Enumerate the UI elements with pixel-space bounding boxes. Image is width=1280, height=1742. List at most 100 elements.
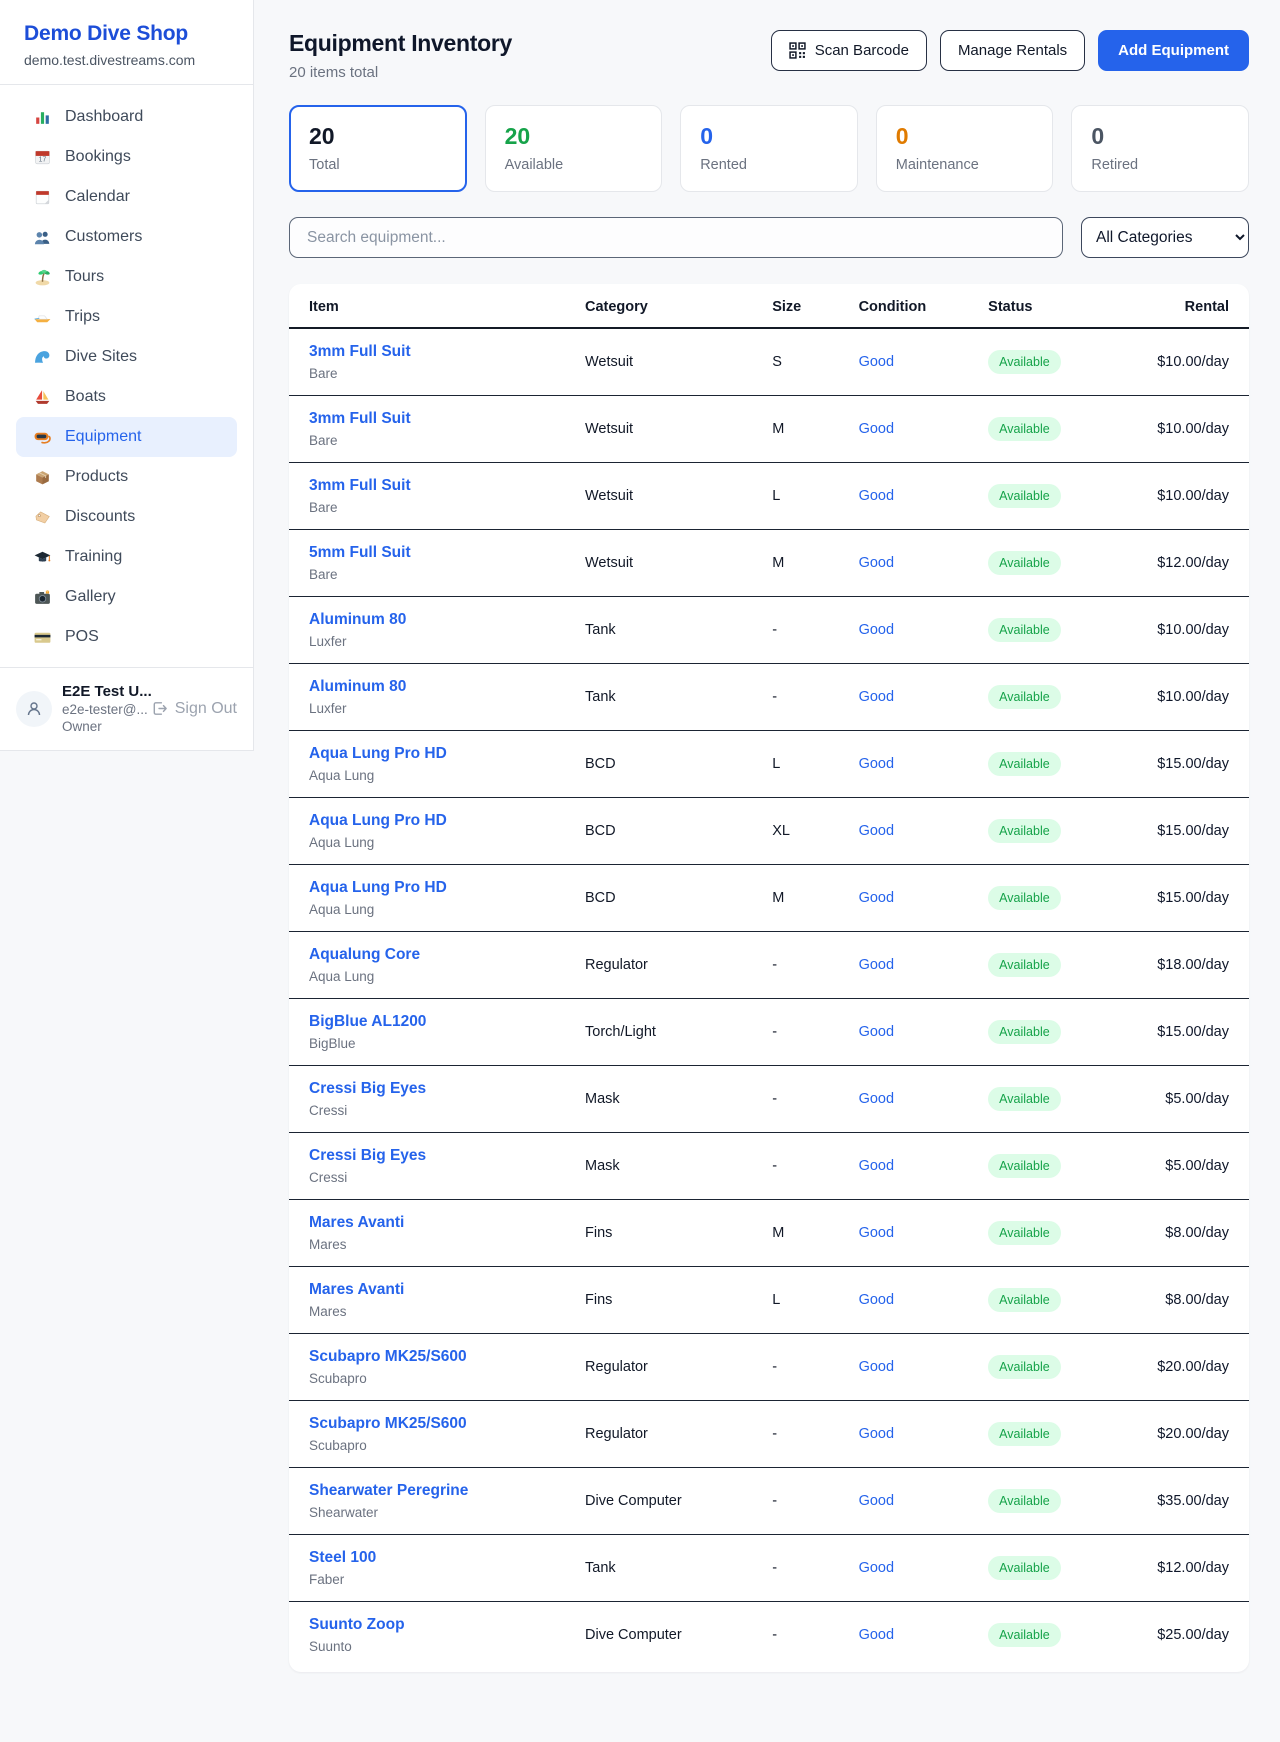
column-header-rental: Rental (1115, 284, 1249, 328)
graduation-cap-icon (32, 547, 52, 567)
item-name-link[interactable]: Steel 100 (309, 1549, 569, 1567)
item-name-link[interactable]: Suunto Zoop (309, 1616, 569, 1634)
status-badge: Available (988, 886, 1061, 910)
item-rental-rate: $12.00/day (1115, 1535, 1249, 1602)
item-condition-link[interactable]: Good (859, 823, 894, 839)
item-condition-link[interactable]: Good (859, 1158, 894, 1174)
stat-card-total[interactable]: 20 Total (289, 105, 467, 192)
sidebar: Demo Dive Shop demo.test.divestreams.com… (0, 0, 254, 751)
sidebar-item-boats[interactable]: Boats (16, 377, 237, 417)
item-name-link[interactable]: 3mm Full Suit (309, 410, 569, 428)
item-condition-link[interactable]: Good (859, 957, 894, 973)
item-name-link[interactable]: Cressi Big Eyes (309, 1080, 569, 1098)
sidebar-item-bookings[interactable]: 17 Bookings (16, 137, 237, 177)
item-name-link[interactable]: Scubapro MK25/S600 (309, 1348, 569, 1366)
item-condition-link[interactable]: Good (859, 756, 894, 772)
status-badge: Available (988, 953, 1061, 977)
sidebar-item-label: Products (65, 468, 128, 486)
item-rental-rate: $10.00/day (1115, 328, 1249, 396)
item-name-link[interactable]: Shearwater Peregrine (309, 1482, 569, 1500)
item-condition-link[interactable]: Good (859, 622, 894, 638)
sidebar-item-equipment[interactable]: Equipment (16, 417, 237, 457)
item-size: - (764, 1468, 850, 1535)
status-badge: Available (988, 1489, 1061, 1513)
stat-card-rented[interactable]: 0 Rented (680, 105, 858, 192)
stat-card-retired[interactable]: 0 Retired (1071, 105, 1249, 192)
item-condition-link[interactable]: Good (859, 1292, 894, 1308)
item-size: - (764, 999, 850, 1066)
credit-card-icon (32, 627, 52, 647)
item-rental-rate: $18.00/day (1115, 932, 1249, 999)
category-select[interactable]: All Categories (1081, 217, 1249, 258)
item-rental-rate: $10.00/day (1115, 396, 1249, 463)
sidebar-item-gallery[interactable]: Gallery (16, 577, 237, 617)
item-condition-link[interactable]: Good (859, 488, 894, 504)
item-name-link[interactable]: Scubapro MK25/S600 (309, 1415, 569, 1433)
item-name-link[interactable]: Aluminum 80 (309, 678, 569, 696)
item-condition-link[interactable]: Good (859, 890, 894, 906)
table-row: Scubapro MK25/S600 Scubapro Regulator - … (289, 1334, 1249, 1401)
column-header-condition: Condition (851, 284, 981, 328)
item-condition-link[interactable]: Good (859, 354, 894, 370)
item-name-link[interactable]: Cressi Big Eyes (309, 1147, 569, 1165)
search-input[interactable] (289, 217, 1063, 258)
stat-card-maintenance[interactable]: 0 Maintenance (876, 105, 1054, 192)
sign-out-label: Sign Out (175, 700, 237, 718)
stat-label-total: Total (309, 157, 447, 173)
item-name-link[interactable]: Aqua Lung Pro HD (309, 745, 569, 763)
item-name-link[interactable]: 3mm Full Suit (309, 477, 569, 495)
item-category: Dive Computer (577, 1468, 764, 1535)
sidebar-item-products[interactable]: Products (16, 457, 237, 497)
item-size: - (764, 1401, 850, 1468)
sidebar-item-calendar[interactable]: Calendar (16, 177, 237, 217)
sidebar-item-tours[interactable]: Tours (16, 257, 237, 297)
sidebar-item-pos[interactable]: POS (16, 617, 237, 657)
item-name-link[interactable]: Mares Avanti (309, 1214, 569, 1232)
item-condition-link[interactable]: Good (859, 689, 894, 705)
item-condition-link[interactable]: Good (859, 1426, 894, 1442)
item-name-link[interactable]: Mares Avanti (309, 1281, 569, 1299)
status-badge: Available (988, 484, 1061, 508)
item-size: M (764, 1200, 850, 1267)
barcode-scan-icon (789, 42, 806, 59)
sidebar-item-dive-sites[interactable]: Dive Sites (16, 337, 237, 377)
item-size: L (764, 463, 850, 530)
brand-title[interactable]: Demo Dive Shop (24, 22, 229, 46)
item-name-link[interactable]: Aqua Lung Pro HD (309, 879, 569, 897)
item-name-link[interactable]: Aluminum 80 (309, 611, 569, 629)
item-condition-link[interactable]: Good (859, 1091, 894, 1107)
sidebar-item-customers[interactable]: Customers (16, 217, 237, 257)
add-equipment-button[interactable]: Add Equipment (1098, 30, 1249, 71)
item-name-link[interactable]: BigBlue AL1200 (309, 1013, 569, 1031)
item-name-link[interactable]: Aqualung Core (309, 946, 569, 964)
scan-barcode-button[interactable]: Scan Barcode (771, 30, 927, 71)
item-name-link[interactable]: 3mm Full Suit (309, 343, 569, 361)
camera-icon (32, 587, 52, 607)
item-condition-link[interactable]: Good (859, 1225, 894, 1241)
stat-card-available[interactable]: 20 Available (485, 105, 663, 192)
item-name-link[interactable]: Aqua Lung Pro HD (309, 812, 569, 830)
item-condition-link[interactable]: Good (859, 1359, 894, 1375)
page-title: Equipment Inventory (289, 30, 512, 57)
item-condition-link[interactable]: Good (859, 1493, 894, 1509)
sign-out-button[interactable]: Sign Out (151, 700, 237, 718)
manage-rentals-button[interactable]: Manage Rentals (940, 30, 1085, 71)
table-row: Mares Avanti Mares Fins L Good Available… (289, 1267, 1249, 1334)
item-condition-link[interactable]: Good (859, 1560, 894, 1576)
diving-mask-icon (32, 427, 52, 447)
sidebar-item-trips[interactable]: Trips (16, 297, 237, 337)
item-name-link[interactable]: 5mm Full Suit (309, 544, 569, 562)
speedboat-icon (32, 307, 52, 327)
table-row: Aqua Lung Pro HD Aqua Lung BCD L Good Av… (289, 731, 1249, 798)
item-condition-link[interactable]: Good (859, 421, 894, 437)
sidebar-item-dashboard[interactable]: Dashboard (16, 97, 237, 137)
user-name: E2E Test U... (62, 683, 141, 700)
item-condition-link[interactable]: Good (859, 555, 894, 571)
sidebar-item-training[interactable]: Training (16, 537, 237, 577)
item-condition-link[interactable]: Good (859, 1024, 894, 1040)
item-condition-link[interactable]: Good (859, 1627, 894, 1643)
item-size: - (764, 1602, 850, 1669)
status-badge: Available (988, 1221, 1061, 1245)
sidebar-item-label: Equipment (65, 428, 142, 446)
sidebar-item-discounts[interactable]: Discounts (16, 497, 237, 537)
